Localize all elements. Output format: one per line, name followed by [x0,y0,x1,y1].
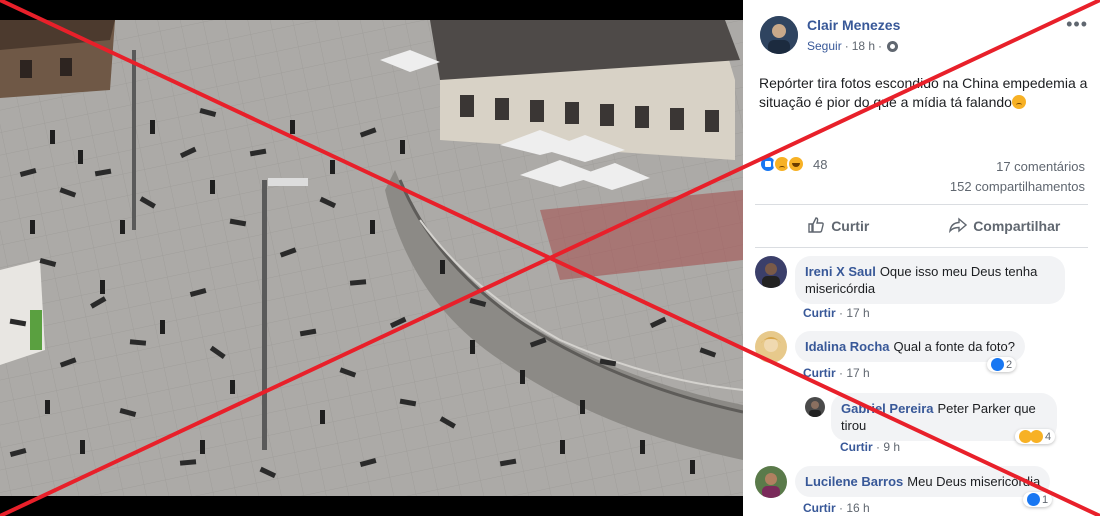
comment-reactions[interactable]: 1 [1023,492,1053,507]
post-time[interactable]: 18 h [852,39,875,53]
comment: Ireni X Saul Oque isso meu Deus tenha mis… [755,256,1090,320]
comment-meta: Curtir · 16 h [803,501,870,515]
comment-meta: Curtir · 9 h [840,440,901,454]
town-square-photo [0,20,743,496]
commenter-avatar[interactable] [755,256,787,288]
comment-like-link[interactable]: Curtir [803,501,836,515]
post-stats: 17 comentários 152 compartilhamentos [950,157,1085,197]
follow-link[interactable]: Seguir [807,39,842,53]
comment-bubble: Ireni X Saul Oque isso meu Deus tenha mis… [795,256,1065,304]
share-label: Compartilhar [973,218,1061,234]
shares-count[interactable]: 152 compartilhamentos [950,177,1085,197]
like-button[interactable]: Curtir [755,205,922,247]
haha-reaction-icon [787,155,805,173]
post-photo[interactable] [0,20,743,496]
post-side-panel: Clair Menezes Seguir · 18 h · ••• Repórt… [743,0,1100,516]
like-label: Curtir [831,218,870,234]
commenter-name[interactable]: Lucilene Barros [805,474,903,489]
comment-reaction-count: 4 [1045,430,1052,443]
comment-text: Qual a fonte da foto? [893,339,1015,354]
wow-reaction-icon [1030,430,1043,443]
comment: Idalina Rocha Qual a fonte da foto? 2 Cur… [755,331,1090,381]
commenter-avatar[interactable] [755,331,787,363]
comments-count[interactable]: 17 comentários [950,157,1085,177]
comment-meta: Curtir · 17 h [803,366,870,380]
commenter-name[interactable]: Ireni X Saul [805,264,876,279]
globe-icon [887,40,899,52]
comment-reactions[interactable]: 2 [987,357,1017,372]
comment-bubble: Lucilene Barros Meu Deus misericórdia [795,466,1051,497]
comment-reaction-count: 1 [1042,493,1049,506]
comment-text: Meu Deus misericórdia [907,474,1041,489]
like-icon [807,216,825,237]
share-button[interactable]: Compartilhar [922,205,1089,247]
post-actions: Curtir Compartilhar [755,205,1088,247]
post-meta: Seguir · 18 h · [807,39,899,53]
comment-like-link[interactable]: Curtir [803,306,836,320]
reaction-count: 48 [813,156,828,172]
author-name[interactable]: Clair Menezes [807,17,900,33]
comment-like-link[interactable]: Curtir [840,440,873,454]
reactions-summary[interactable]: 48 [759,155,827,173]
like-reaction-icon [1027,493,1040,506]
commenter-avatar[interactable] [755,466,787,498]
comment-time[interactable]: 17 h [846,306,869,320]
comment-meta: Curtir · 17 h [803,306,870,320]
comment-reactions[interactable]: 4 [1015,429,1056,444]
comment-time[interactable]: 17 h [846,366,869,380]
meta-separator: · [844,39,849,53]
post-text: Repórter tira fotos escondido na China e… [759,75,1088,110]
meta-separator: · [878,39,883,53]
commenter-name[interactable]: Gabriel Pereira [841,401,934,416]
comment-like-link[interactable]: Curtir [803,366,836,380]
share-icon [949,216,968,236]
sad-emoji-icon [1011,95,1026,109]
more-icon[interactable]: ••• [1066,14,1088,35]
post-photo-pane [0,0,743,516]
like-reaction-icon [991,358,1004,371]
commenter-avatar[interactable] [805,397,825,417]
comment: Lucilene Barros Meu Deus misericórdia 1 C… [755,466,1090,516]
comment-reaction-count: 2 [1006,358,1013,371]
reply: Gabriel Pereira Peter Parker que tirou 4 … [805,393,1090,457]
comment-time[interactable]: 9 h [883,440,900,454]
comment-time[interactable]: 16 h [846,501,869,515]
divider [755,247,1088,248]
author-avatar[interactable] [760,16,798,54]
post-text-container: Repórter tira fotos escondido na China e… [759,74,1089,112]
commenter-name[interactable]: Idalina Rocha [805,339,890,354]
